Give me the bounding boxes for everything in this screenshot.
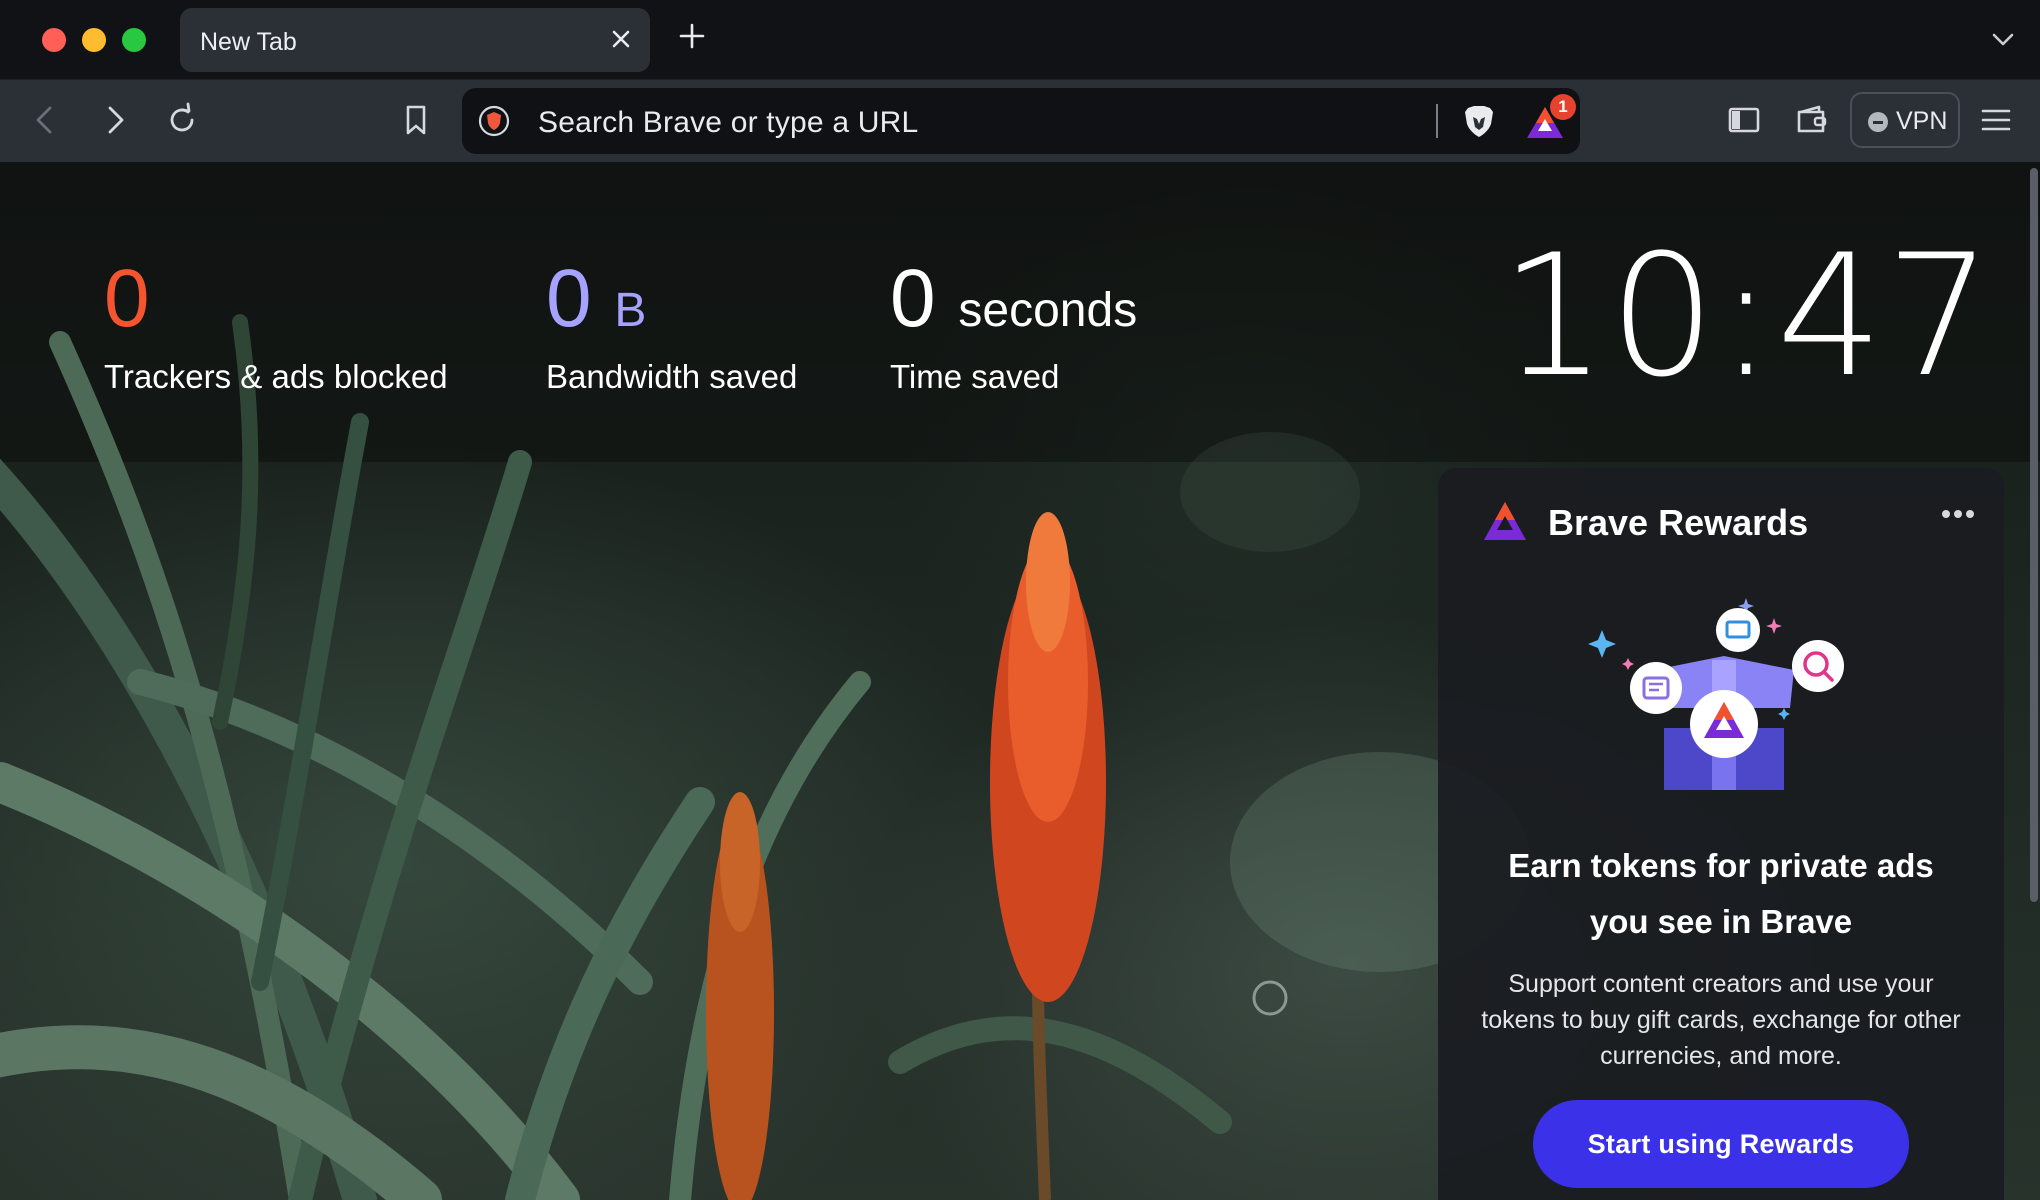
rewards-headline: Earn tokens for private ads you see in B… [1438,838,2004,950]
plus-icon[interactable] [676,20,708,52]
scrollbar[interactable] [2030,168,2038,902]
wallet-icon[interactable] [1792,100,1832,140]
close-icon[interactable] [606,24,636,54]
toolbar: Search Brave or type a URL 1 VPN [0,80,2040,162]
tab-title: New Tab [200,28,297,56]
trackers-label: Trackers & ads blocked [104,358,448,395]
brave-shields-icon[interactable] [1460,102,1498,140]
rewards-headline-line1: Earn tokens for private ads [1508,847,1934,884]
brave-rewards-logo-icon [1484,502,1526,540]
reload-icon[interactable] [162,100,202,140]
forward-icon[interactable] [94,100,134,140]
window-minimize-button[interactable] [82,28,106,52]
rewards-description: Support content creators and use your to… [1481,970,1961,1070]
rewards-card: Brave Rewards Earn tokens for private ad… [1438,468,2004,1200]
chevron-down-icon[interactable] [1988,24,2018,54]
sidebar-icon[interactable] [1724,100,1764,140]
start-using-rewards-button[interactable]: Start using Rewards [1533,1100,1909,1188]
vpn-label: VPN [1896,107,1948,135]
window-zoom-button[interactable] [122,28,146,52]
address-input[interactable]: Search Brave or type a URL [538,106,918,140]
bandwidth-label: Bandwidth saved [546,358,798,395]
time-label: Time saved [890,358,1060,395]
site-info-icon[interactable] [478,104,512,138]
new-tab-page: 0 Trackers & ads blocked 0 B Bandwidth s… [0,162,2040,1200]
clock: 10:47 [1500,218,1995,414]
address-separator [1436,104,1438,138]
menu-icon[interactable] [1976,100,2016,140]
bandwidth-count: 0 B [546,253,647,344]
window-close-button[interactable] [42,28,66,52]
trackers-count: 0 [104,253,150,344]
rewards-notification-badge: 1 [1550,94,1576,120]
trackers-stat: 0 Trackers & ads blocked [104,258,448,396]
vpn-button[interactable]: VPN [1850,92,1960,148]
rewards-headline-line2: you see in Brave [1589,903,1853,940]
rewards-gift-illustration [1588,598,1844,790]
more-options-icon[interactable] [1938,504,1978,524]
time-unit: seconds [958,284,1138,337]
address-bar[interactable]: Search Brave or type a URL 1 [462,88,1580,154]
time-count: 0 seconds [890,253,1138,344]
time-stat: 0 seconds Time saved [890,258,1137,396]
back-icon[interactable] [26,100,66,140]
bandwidth-stat: 0 B Bandwidth saved [546,258,797,396]
bandwidth-unit: B [614,284,647,337]
bookmark-icon[interactable] [396,100,436,140]
tab-new-tab[interactable]: New Tab [180,8,650,72]
vpn-status-icon [1868,112,1888,132]
tab-strip: New Tab [0,0,2040,80]
rewards-card-title: Brave Rewards [1548,502,1809,543]
